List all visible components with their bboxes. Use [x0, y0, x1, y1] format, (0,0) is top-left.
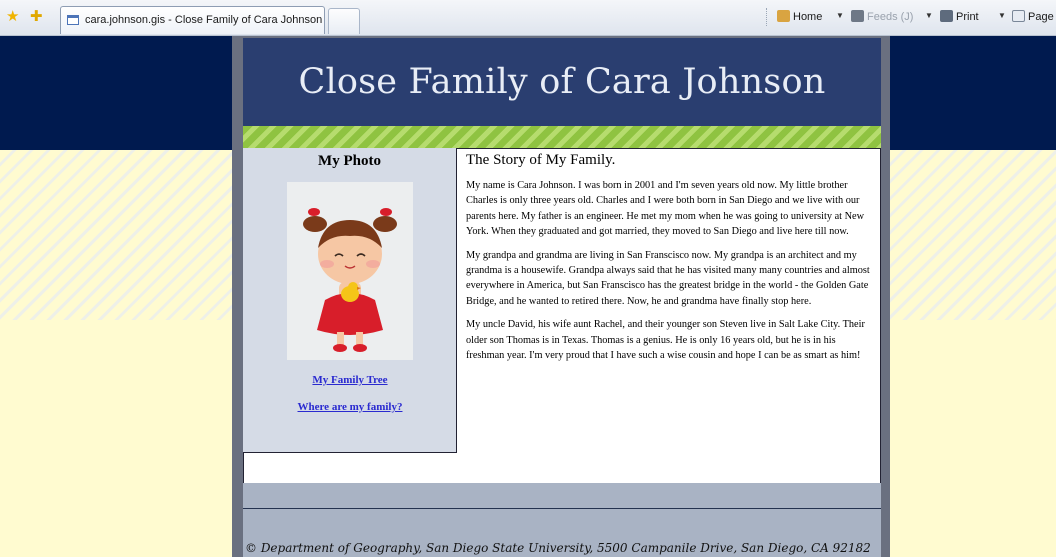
right-yellow-background	[890, 320, 1056, 557]
favorites-star-icon[interactable]: ★	[6, 9, 19, 25]
page-button[interactable]: Page	[1012, 10, 1054, 24]
footer-divider	[243, 508, 881, 509]
sidebar-heading: My Photo	[318, 153, 381, 169]
home-label: Home	[793, 11, 823, 23]
story-paragraph: My grandpa and grandma are living in San…	[466, 249, 870, 307]
where-are-my-family-link[interactable]: Where are my family?	[243, 401, 457, 413]
feeds-icon	[851, 10, 864, 22]
story-section: The Story of My Family. My name is Cara …	[466, 150, 874, 363]
home-button[interactable]: Home	[777, 10, 822, 24]
feeds-dropdown-icon[interactable]: ▼	[925, 11, 933, 20]
my-family-tree-link[interactable]: My Family Tree	[243, 374, 457, 386]
toolbar-separator	[766, 8, 768, 26]
print-label: Print	[956, 11, 979, 23]
story-heading: The Story of My Family.	[466, 152, 616, 168]
feeds-label: Feeds (J)	[867, 11, 914, 23]
home-icon	[777, 10, 790, 22]
girl-doll-image	[303, 208, 397, 352]
browser-toolbar: ★ ✚ cara.johnson.gis - Close Family of C…	[0, 0, 1056, 36]
page-title: Close Family of Cara Johnson	[298, 62, 826, 102]
print-button[interactable]: Print	[940, 10, 979, 24]
add-favorites-icon[interactable]: ✚	[30, 9, 43, 25]
story-paragraph: My name is Cara Johnson. I was born in 2…	[466, 180, 865, 238]
feeds-button[interactable]: Feeds (J)	[851, 10, 913, 24]
new-tab-button[interactable]	[328, 8, 360, 34]
sidebar: My Photo My Family Tree Where are my fam…	[243, 148, 457, 453]
tab-title: cara.johnson.gis - Close Family of Cara …	[85, 14, 323, 26]
home-dropdown-icon[interactable]: ▼	[836, 11, 844, 20]
page-menu-icon	[1012, 10, 1025, 22]
left-yellow-background	[0, 320, 232, 557]
profile-photo	[287, 182, 413, 360]
print-dropdown-icon[interactable]: ▼	[998, 11, 1006, 20]
green-striped-banner	[243, 126, 881, 148]
content-bottom-spacer	[244, 460, 880, 482]
print-icon	[940, 10, 953, 22]
footer-text: © Department of Geography, San Diego Sta…	[245, 541, 871, 555]
page-label: Page	[1028, 11, 1054, 23]
page-icon	[67, 15, 79, 25]
story-paragraph: My uncle David, his wife aunt Rachel, an…	[466, 319, 865, 362]
browser-tab-active[interactable]: cara.johnson.gis - Close Family of Cara …	[60, 6, 325, 34]
site-header: Close Family of Cara Johnson	[243, 38, 881, 126]
